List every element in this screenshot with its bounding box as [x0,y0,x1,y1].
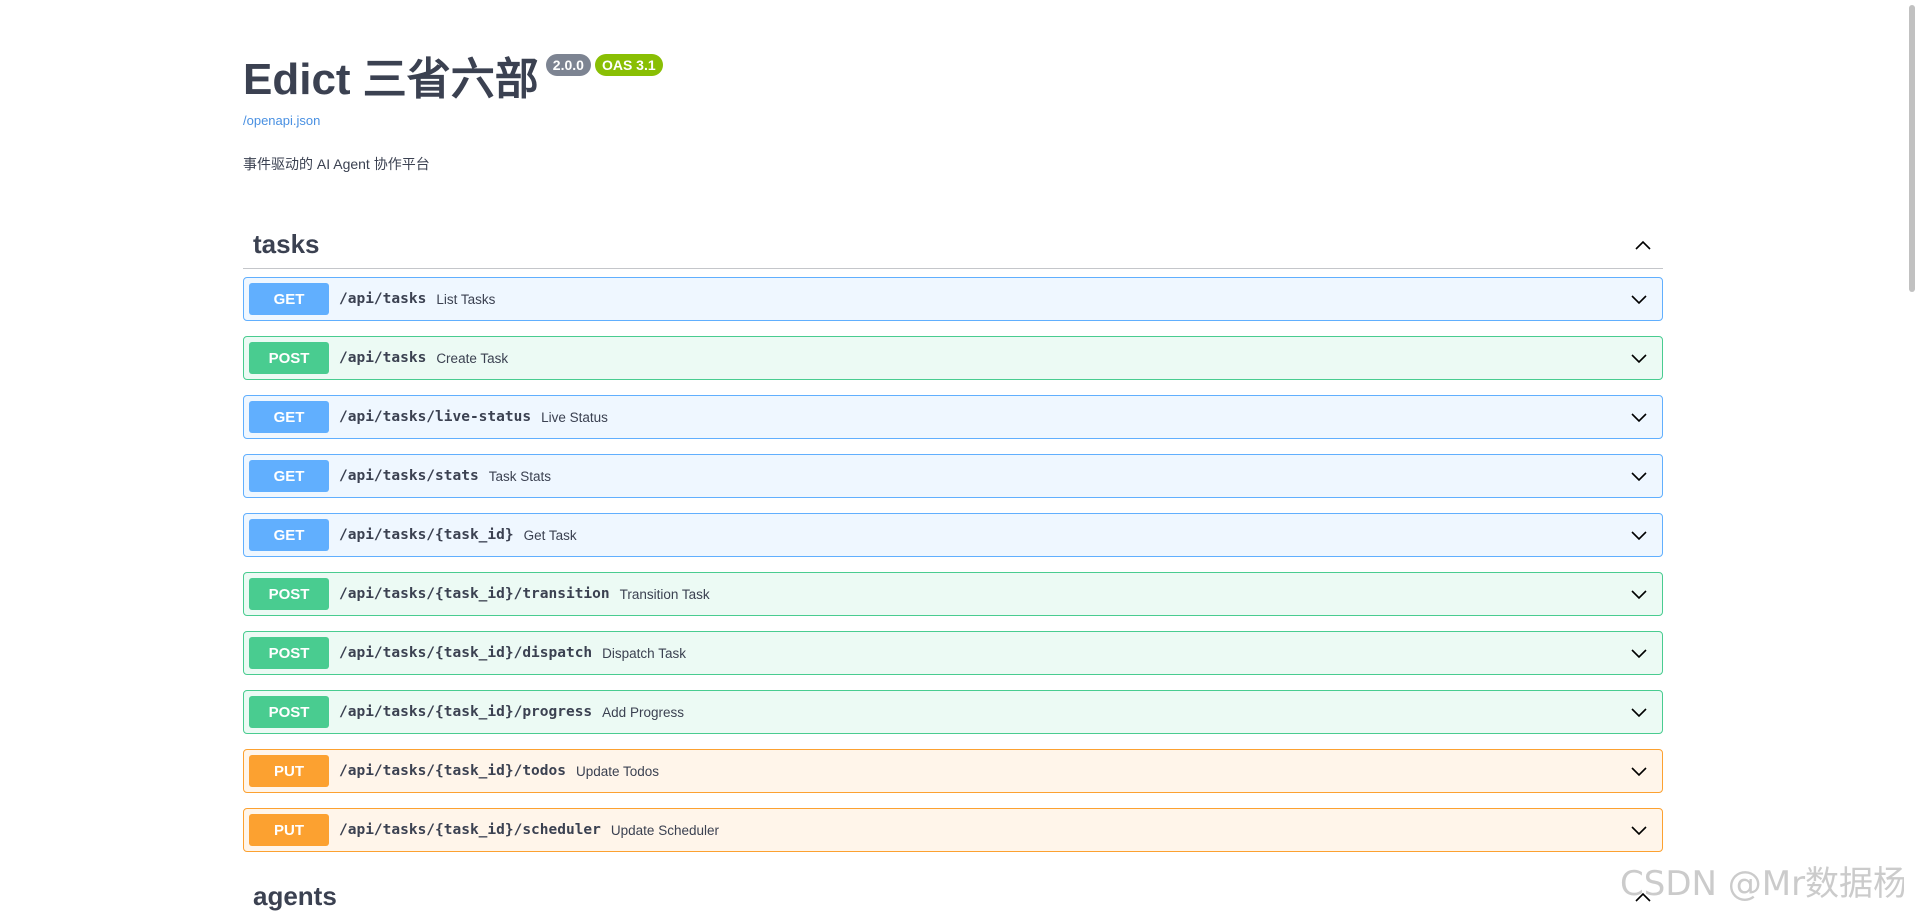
operation-summary: List Tasks [436,291,496,307]
operation-row[interactable]: POST/api/tasks/{task_id}/dispatch Dispatc… [243,631,1663,675]
chevron-down-icon[interactable] [1629,820,1649,840]
operation-summary: Update Scheduler [610,822,719,838]
operation-row[interactable]: GET/api/tasks List Tasks [243,277,1663,321]
chevron-down-icon[interactable] [1629,761,1649,781]
chevron-down-icon[interactable] [1629,584,1649,604]
tag-section-agents: agents [243,873,1663,911]
tag-name: agents [253,881,337,911]
operation-row[interactable]: PUT/api/tasks/{task_id}/todos Update Todo… [243,749,1663,793]
operation-path: /api/tasks [339,350,427,366]
method-badge: POST [249,578,329,610]
operation-summary: Add Progress [602,704,684,720]
operation-summary: Transition Task [619,586,710,602]
api-info: Edict 三省六部 2.0.0 OAS 3.1 /openapi.json 事… [243,0,1663,174]
operation-row[interactable]: GET/api/tasks/stats Task Stats [243,454,1663,498]
chevron-down-icon[interactable] [1629,466,1649,486]
operation-path: /api/tasks/live-status [339,409,532,425]
title-row: Edict 三省六部 2.0.0 OAS 3.1 [243,54,1663,104]
watermark: CSDN @Mr数据杨 [1620,864,1908,904]
chevron-down-icon[interactable] [1629,525,1649,545]
operation-summary: Task Stats [488,468,551,484]
method-badge: POST [249,696,329,728]
chevron-down-icon[interactable] [1629,348,1649,368]
tag-header-agents[interactable]: agents [243,873,1663,911]
operation-path: /api/tasks [339,291,427,307]
version-badge: 2.0.0 [545,54,591,76]
chevron-down-icon[interactable] [1629,702,1649,722]
swagger-page: Edict 三省六部 2.0.0 OAS 3.1 /openapi.json 事… [0,0,1920,911]
operation-row[interactable]: POST/api/tasks/{task_id}/progress Add Pro… [243,690,1663,734]
chevron-down-icon[interactable] [1629,643,1649,663]
operation-path: /api/tasks/{task_id}/scheduler [339,822,601,838]
operation-path: /api/tasks/{task_id}/transition [339,586,610,602]
operation-row[interactable]: PUT/api/tasks/{task_id}/scheduler Update … [243,808,1663,852]
method-badge: PUT [249,814,329,846]
operation-row[interactable]: GET/api/tasks/{task_id} Get Task [243,513,1663,557]
method-badge: GET [249,460,329,492]
api-description: 事件驱动的 AI Agent 协作平台 [243,156,430,172]
operation-path: /api/tasks/{task_id}/progress [339,704,593,720]
scrollbar[interactable] [1904,0,1920,911]
openapi-json-link[interactable]: /openapi.json [243,113,1663,128]
operation-row[interactable]: GET/api/tasks/live-status Live Status [243,395,1663,439]
operation-path: /api/tasks/stats [339,468,479,484]
operation-path: /api/tasks/{task_id}/dispatch [339,645,593,661]
operation-summary: Create Task [436,350,509,366]
method-badge: POST [249,342,329,374]
operation-path: /api/tasks/{task_id}/todos [339,763,566,779]
chevron-down-icon[interactable] [1629,289,1649,309]
operation-path: /api/tasks/{task_id} [339,527,514,543]
tag-name: tasks [253,229,320,259]
tag-header-tasks[interactable]: tasks [243,221,1663,269]
operation-summary: Get Task [523,527,577,543]
page-title: Edict 三省六部 [243,55,539,104]
operation-row[interactable]: POST/api/tasks/{task_id}/transition Trans… [243,572,1663,616]
operation-summary: Update Todos [575,763,660,779]
method-badge: PUT [249,755,329,787]
scrollbar-thumb[interactable] [1909,5,1915,292]
content-wrapper: Edict 三省六部 2.0.0 OAS 3.1 /openapi.json 事… [243,0,1663,911]
operation-summary: Dispatch Task [602,645,686,661]
operation-summary: Live Status [541,409,608,425]
method-badge: GET [249,283,329,315]
tag-section-tasks: tasks [243,221,1663,269]
chevron-down-icon[interactable] [1629,407,1649,427]
operation-row[interactable]: POST/api/tasks Create Task [243,336,1663,380]
method-badge: POST [249,637,329,669]
method-badge: GET [249,401,329,433]
method-badge: GET [249,519,329,551]
oas-badge: OAS 3.1 [594,54,663,76]
chevron-up-icon[interactable] [1633,235,1653,255]
